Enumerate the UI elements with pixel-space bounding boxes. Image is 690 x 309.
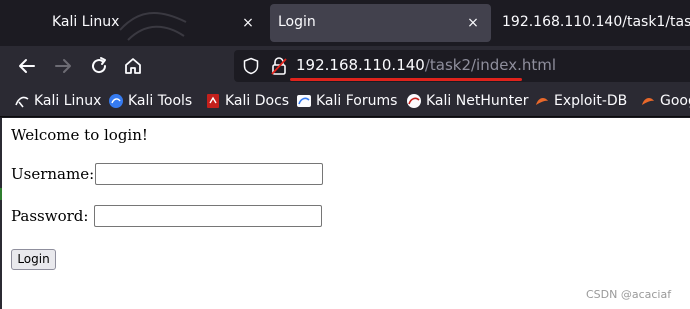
bookmark-label: Kali Docs (225, 93, 290, 109)
close-icon[interactable]: × (465, 15, 481, 31)
bookmark-kali-nethunter[interactable]: Kali NetHunter (406, 91, 528, 111)
reload-icon[interactable] (87, 54, 111, 78)
close-icon[interactable]: × (240, 15, 256, 31)
bookmark-kali-linux[interactable]: Kali Linux (14, 91, 101, 111)
kali-docs-icon (207, 94, 219, 108)
window-left-edge (0, 118, 2, 309)
bookmark-exploit-db[interactable]: Exploit-DB (534, 91, 627, 111)
welcome-heading: Welcome to login! (11, 126, 148, 144)
username-label: Username: (11, 165, 95, 183)
tab-label: 192.168.110.140/task1/taskindex.html (502, 14, 690, 30)
tab-task1[interactable]: 192.168.110.140/task1/taskindex.html (494, 4, 690, 42)
back-arrow-icon[interactable] (15, 54, 39, 78)
url-host: 192.168.110.140 (296, 56, 425, 74)
tab-label: Login (278, 14, 316, 30)
url-text[interactable]: 192.168.110.140/task2/index.html (296, 56, 556, 74)
password-row: Password: (11, 205, 323, 227)
bookmarks-toolbar: Kali Linux Kali Tools Kali Docs Kali For… (0, 86, 690, 117)
address-bar[interactable]: 192.168.110.140/task2/index.html (234, 50, 690, 82)
ghdb-icon (642, 97, 654, 105)
bookmark-label: Kali NetHunter (426, 93, 529, 109)
username-input[interactable] (95, 163, 324, 185)
left-edge-mark (0, 188, 2, 200)
bookmark-kali-docs[interactable]: Kali Docs (205, 91, 289, 111)
login-button[interactable]: Login (11, 249, 56, 270)
tab-login[interactable]: Login × (270, 4, 491, 42)
url-path: /task2/index.html (424, 56, 557, 74)
home-icon[interactable] (121, 54, 145, 78)
navigation-toolbar: 192.168.110.140/task2/index.html (0, 46, 690, 86)
tab-kali-linux[interactable]: Kali Linux × (0, 4, 266, 42)
forward-arrow-icon[interactable] (51, 54, 75, 78)
password-input[interactable] (94, 205, 323, 227)
bookmark-label: Kali Tools (128, 93, 193, 109)
tab-strip: Kali Linux × Login × 192.168.110.140/tas… (0, 0, 690, 46)
tab-label: Kali Linux (52, 14, 120, 30)
bookmark-label: Kali Forums (316, 93, 398, 109)
shield-icon[interactable] (242, 57, 260, 75)
red-underline-annotation (290, 78, 522, 81)
bookmark-label: Kali Linux (34, 93, 102, 109)
bookmark-ghdb[interactable]: Google Hacking DB (640, 91, 690, 111)
bookmark-kali-forums[interactable]: Kali Forums (296, 91, 397, 111)
exploit-db-icon (536, 97, 548, 105)
password-label: Password: (11, 207, 89, 225)
kali-forums-icon (297, 95, 311, 107)
kali-nethunter-icon (407, 94, 421, 108)
insecure-lock-icon[interactable] (270, 56, 288, 76)
page-viewport: Welcome to login! Username: Password: Lo… (0, 118, 690, 309)
kali-tools-icon (109, 94, 123, 108)
bookmark-label: Google Hacking DB (660, 93, 690, 109)
watermark: CSDN @acaciaf (586, 288, 672, 301)
kali-dragon-icon (15, 96, 29, 108)
bookmark-kali-tools[interactable]: Kali Tools (108, 91, 192, 111)
username-row: Username: (11, 163, 324, 185)
bookmark-label: Exploit-DB (554, 93, 628, 109)
